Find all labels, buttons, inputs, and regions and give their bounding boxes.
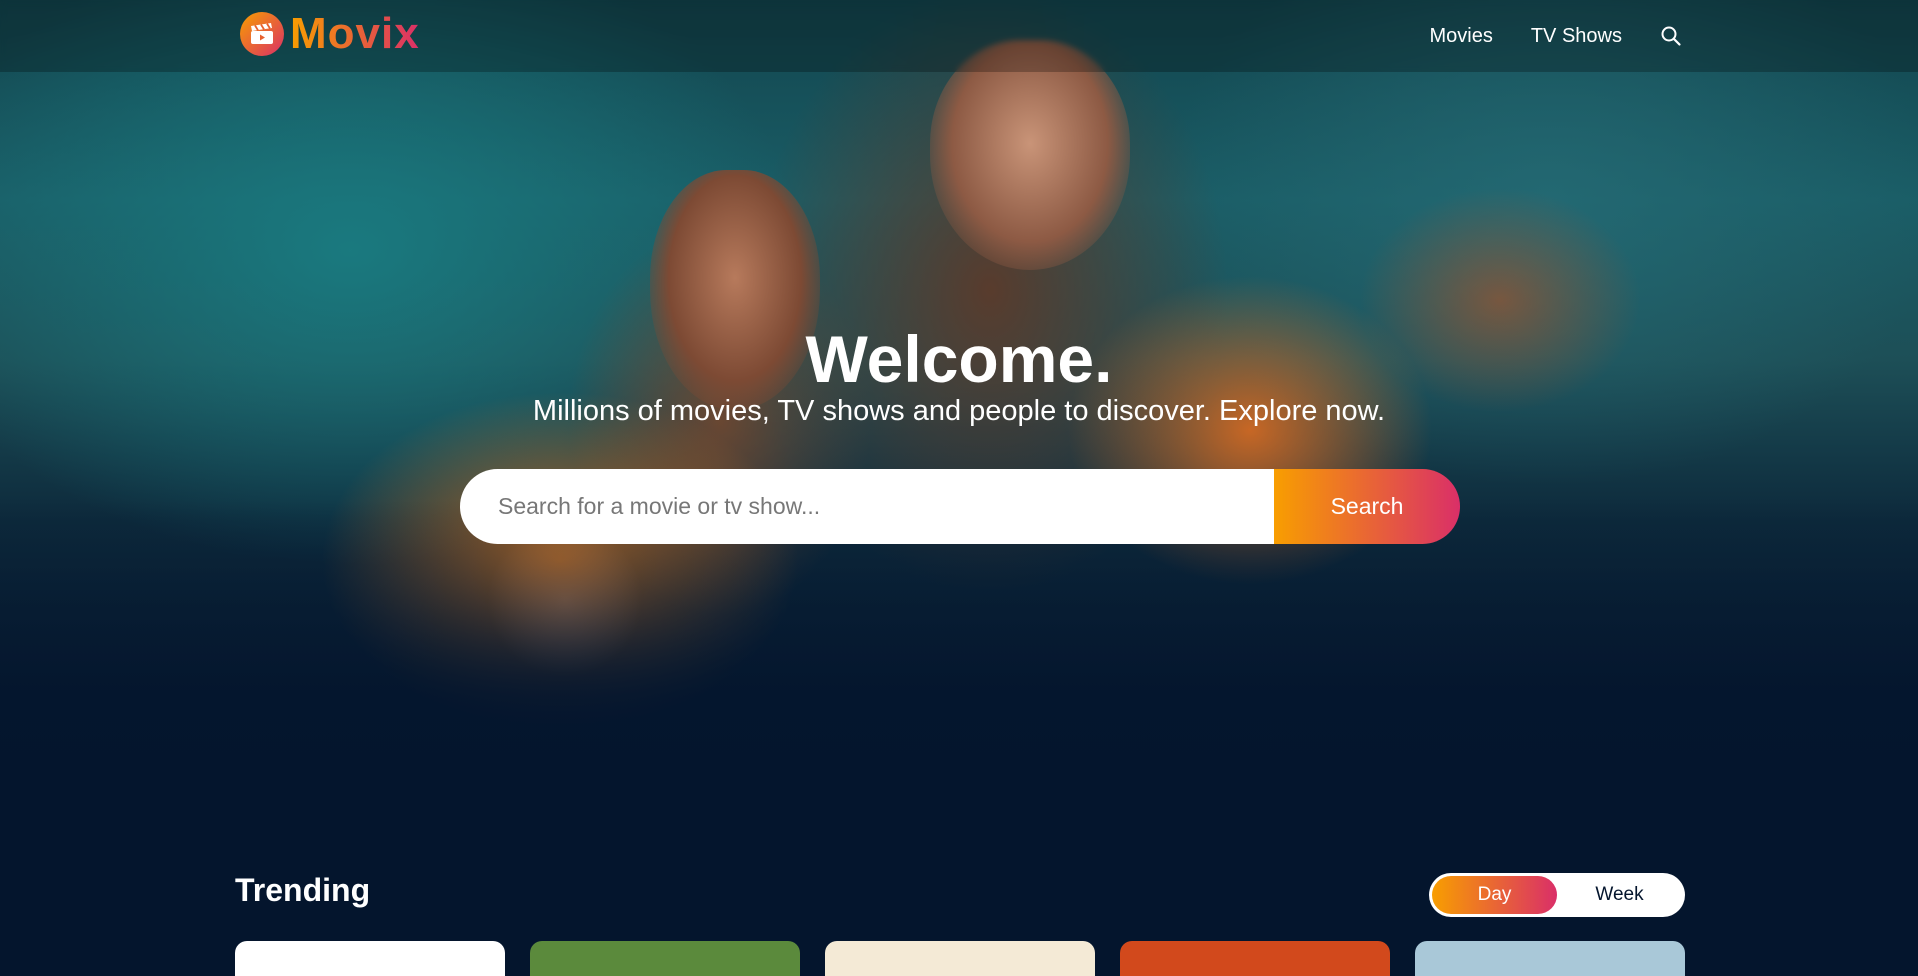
- top-header: Movix Movies TV Shows: [0, 0, 1918, 72]
- search-icon[interactable]: [1660, 25, 1682, 47]
- tab-week[interactable]: Week: [1557, 876, 1682, 914]
- welcome-subtitle: Millions of movies, TV shows and people …: [532, 395, 1386, 427]
- logo[interactable]: Movix: [240, 12, 420, 56]
- tab-day[interactable]: Day: [1432, 876, 1557, 914]
- movie-card[interactable]: [235, 941, 505, 976]
- movie-card[interactable]: [825, 941, 1095, 976]
- movie-card[interactable]: [530, 941, 800, 976]
- movie-card[interactable]: [1120, 941, 1390, 976]
- hero-figure-center: [930, 40, 1130, 270]
- trending-title: Trending: [235, 872, 371, 908]
- search-input[interactable]: [460, 469, 1274, 544]
- nav-item-movies[interactable]: Movies: [1429, 25, 1492, 48]
- clapperboard-icon: [240, 12, 284, 56]
- welcome-title: Welcome.: [805, 322, 1113, 396]
- trending-time-switch: Day Week: [1429, 873, 1685, 917]
- hero-search-bar: Search: [460, 469, 1460, 544]
- trending-carousel: [235, 941, 1685, 976]
- hero-fade-overlay: [0, 500, 1918, 800]
- logo-text: Movix: [290, 9, 420, 58]
- main-nav: Movies TV Shows: [1429, 0, 1682, 72]
- welcome-section: Welcome. Millions of movies, TV shows an…: [0, 320, 1918, 428]
- nav-item-tv-shows[interactable]: TV Shows: [1531, 25, 1622, 48]
- search-button[interactable]: Search: [1274, 469, 1460, 544]
- movie-card[interactable]: [1415, 941, 1685, 976]
